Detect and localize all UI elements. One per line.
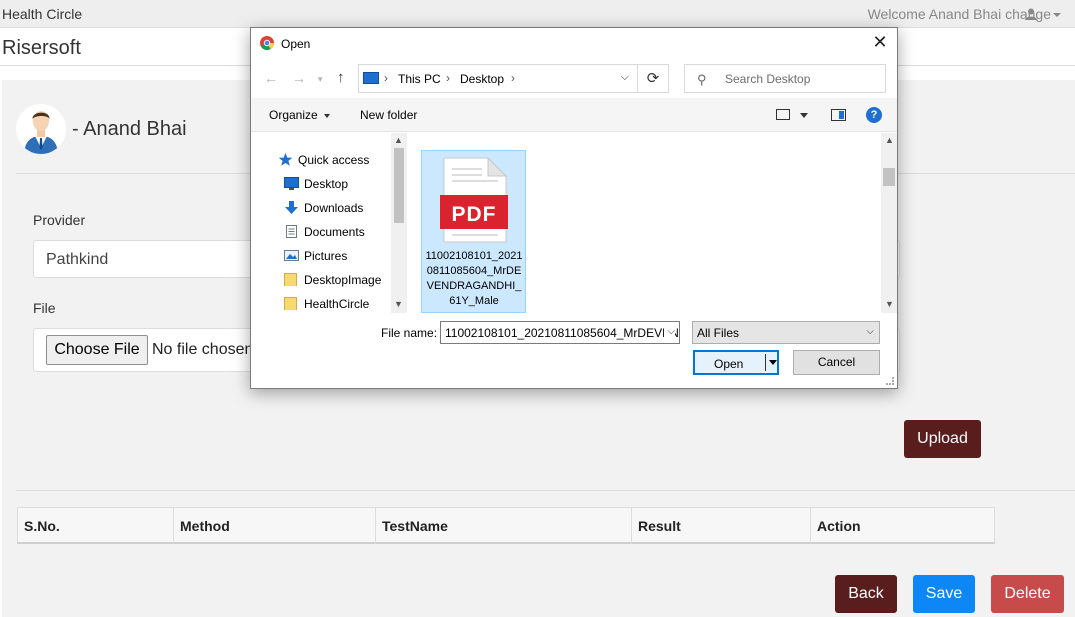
chrome-icon	[260, 36, 274, 50]
resize-grip-icon[interactable]	[886, 377, 894, 385]
search-input[interactable]: ⚲ Search Desktop	[684, 64, 886, 93]
file-item-name: 11002108101_20210811085604_MrDEVENDRAGAN…	[425, 250, 523, 307]
chevron-down-icon[interactable]	[1053, 13, 1061, 17]
new-folder-button[interactable]: New folder	[360, 108, 417, 122]
file-label: File	[33, 300, 56, 316]
chevron-down-icon	[323, 113, 330, 118]
app-title: Risersoft	[2, 37, 81, 59]
up-arrow-icon[interactable]: ↑	[337, 69, 345, 86]
file-list-scrollbar[interactable]: ▲ ▼	[881, 133, 897, 313]
sidebar-item-label: Desktop	[304, 177, 349, 191]
dialog-toolbar: Organize New folder ?	[251, 98, 897, 132]
folder-icon	[284, 273, 297, 286]
recent-locations-chevron-icon[interactable]: ▾	[318, 74, 323, 85]
column-header-action: Action	[817, 518, 861, 534]
dialog-title: Open	[281, 37, 311, 51]
provider-value: Pathkind	[46, 251, 109, 268]
patient-name: - Anand Bhai	[72, 118, 187, 140]
file-type-select[interactable]: All Files ⌵	[692, 321, 880, 344]
split-divider	[765, 354, 766, 371]
avatar	[16, 104, 66, 154]
upload-button[interactable]: Upload	[904, 420, 981, 458]
chevron-right-icon: ›	[384, 71, 388, 85]
breadcrumb-this-pc[interactable]: This PC	[398, 72, 441, 86]
user-icon	[1025, 8, 1037, 20]
search-placeholder: Search Desktop	[725, 72, 811, 86]
sidebar-item-label: HealthCircle	[304, 297, 370, 311]
download-icon	[285, 201, 298, 214]
folder-icon	[284, 297, 297, 310]
navigation-scrollbar[interactable]: ▲ ▼	[391, 133, 407, 313]
scroll-down-icon[interactable]: ▼	[394, 299, 403, 309]
choose-file-button[interactable]: Choose File	[46, 335, 148, 365]
navigation-pane: Quick access Desktop 📌 Downloads 📌 Docum…	[251, 133, 423, 313]
sidebar-item-label: DesktopImage	[304, 273, 382, 287]
save-button[interactable]: Save	[913, 575, 975, 613]
file-name-field[interactable]: 11002108101_20210811085604_MrDEVENDRAGAN…	[440, 321, 680, 344]
top-navbar: Health Circle Welcome Anand Bhai change	[0, 0, 1075, 28]
sidebar-item-label: Quick access	[298, 153, 370, 167]
column-header-method: Method	[174, 508, 376, 543]
pdf-file-icon	[440, 157, 508, 243]
column-header-result: Result	[632, 508, 811, 543]
this-pc-icon	[363, 72, 379, 84]
search-icon: ⚲	[697, 72, 707, 87]
open-button-label: Open	[714, 357, 744, 371]
scrollbar-thumb[interactable]	[883, 168, 895, 186]
sidebar-item-label: Downloads	[304, 201, 364, 215]
back-button[interactable]: Back	[835, 575, 897, 613]
view-options-icon[interactable]	[776, 109, 790, 120]
chevron-down-icon[interactable]	[769, 360, 777, 365]
open-file-dialog: Open ✕ ← → ▾ ↑ › This PC › Desktop › ⌵ ⟳…	[250, 27, 898, 389]
forward-arrow-icon[interactable]: →	[292, 70, 306, 86]
file-item-selected[interactable]: PDF 11002108101_20210811085604_MrDEVENDR…	[421, 150, 526, 313]
divider	[16, 490, 1075, 491]
scroll-up-icon[interactable]: ▲	[885, 135, 894, 145]
delete-button[interactable]: Delete	[991, 575, 1064, 613]
column-header-sno: S.No.	[18, 508, 174, 543]
scroll-down-icon[interactable]: ▼	[885, 299, 894, 309]
scroll-up-icon[interactable]: ▲	[394, 135, 403, 145]
column-header-testname: TestName	[376, 508, 632, 543]
brand-link[interactable]: Health Circle	[2, 6, 82, 22]
sidebar-item-label: Pictures	[304, 249, 348, 263]
pictures-icon	[284, 250, 299, 261]
chevron-down-icon: ⌵	[866, 326, 874, 337]
chevron-right-icon: ›	[511, 71, 515, 85]
chevron-down-icon[interactable]: ⌵	[621, 71, 629, 84]
address-bar[interactable]: › This PC › Desktop › ⌵	[358, 64, 638, 93]
close-icon[interactable]: ✕	[869, 31, 891, 53]
welcome-user-menu[interactable]: Welcome Anand Bhai change	[868, 6, 1051, 22]
help-icon[interactable]: ?	[866, 107, 882, 123]
refresh-icon[interactable]: ⟳	[638, 64, 669, 93]
chevron-down-icon[interactable]	[800, 113, 808, 118]
file-name-value: 11002108101_20210811085604_MrDEVENDRAGAN…	[445, 326, 679, 340]
provider-label: Provider	[33, 212, 86, 228]
chevron-right-icon: ›	[446, 71, 450, 85]
documents-icon	[286, 225, 297, 238]
desktop-icon	[284, 177, 299, 190]
preview-pane-icon[interactable]	[831, 109, 846, 121]
open-button[interactable]: Open	[693, 350, 779, 375]
back-arrow-icon[interactable]: ←	[264, 70, 278, 86]
no-file-chosen-text: No file chosen	[152, 341, 254, 358]
organize-menu[interactable]: Organize	[269, 108, 330, 122]
breadcrumb-desktop[interactable]: Desktop	[460, 72, 504, 86]
organize-label: Organize	[269, 108, 318, 122]
file-type-value: All Files	[697, 326, 740, 340]
cancel-button[interactable]: Cancel	[793, 350, 880, 375]
file-list: PDF 11002108101_20210811085604_MrDEVENDR…	[411, 133, 881, 313]
scrollbar-thumb[interactable]	[394, 148, 404, 223]
sidebar-item-label: Documents	[304, 225, 365, 239]
pdf-badge: PDF	[451, 203, 497, 226]
results-table-header: S.No. Method TestName Result Action	[17, 507, 995, 544]
star-icon	[278, 153, 293, 166]
file-name-label: File name:	[381, 326, 438, 340]
chevron-down-icon[interactable]: ⌵	[664, 326, 675, 337]
doctor-avatar-icon	[16, 104, 66, 154]
